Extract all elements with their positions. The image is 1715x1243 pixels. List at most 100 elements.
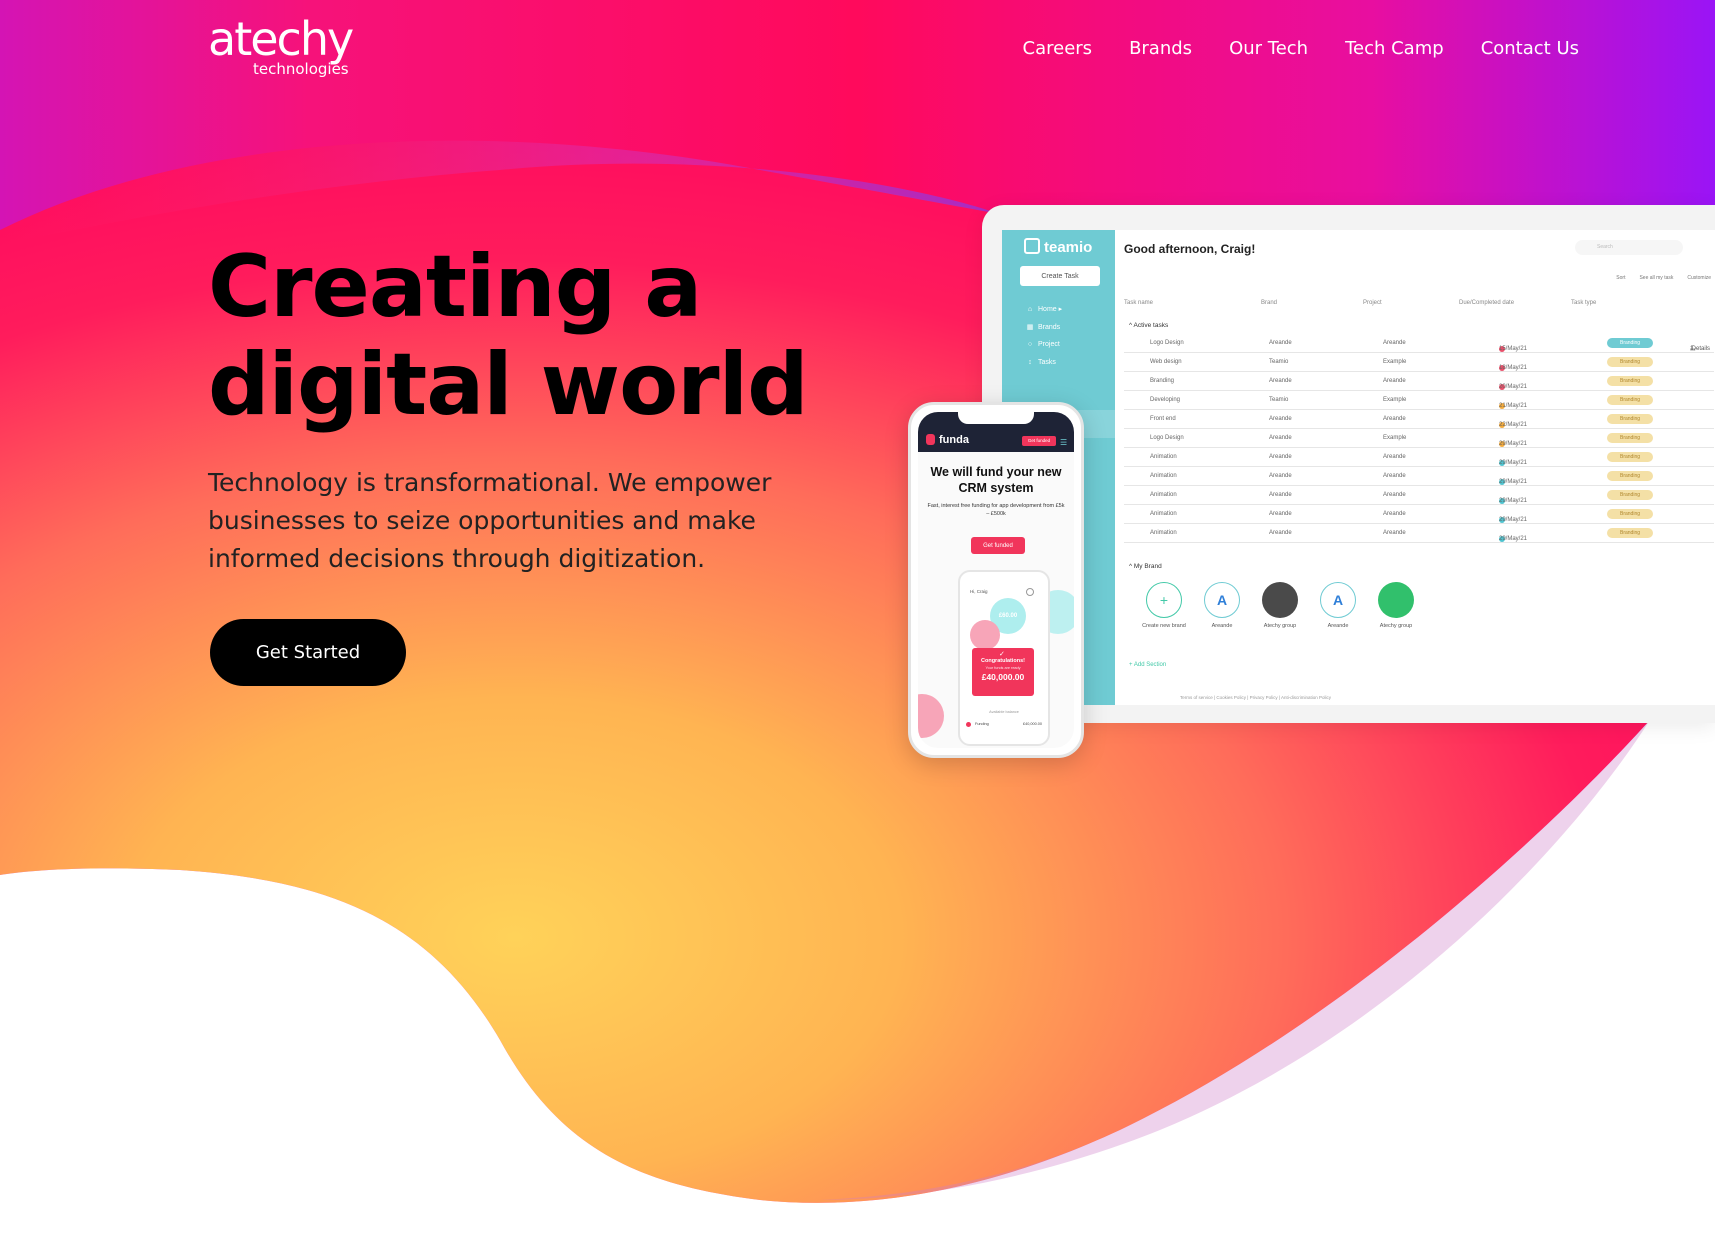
- task-type-badge: Branding: [1607, 490, 1653, 500]
- date-text: 22/May/21: [1499, 422, 1528, 428]
- table-row[interactable]: Developing Teamio Example 21/May/21 Branding: [1124, 391, 1714, 410]
- check-icon: ✓: [999, 651, 1005, 658]
- table-row[interactable]: Logo Design Areande Areande 15/May/21 Brandi…: [1124, 334, 1714, 353]
- mini-pink-circle: [970, 620, 1000, 650]
- nav-careers[interactable]: Careers: [1023, 38, 1093, 59]
- atechy-logo[interactable]: atechy technologies: [208, 12, 363, 80]
- my-brand-label: My Brand: [1133, 563, 1162, 570]
- details-link[interactable]: 1 ▭ Details: [1690, 340, 1710, 353]
- sidebar-item-project[interactable]: ○ Project: [1026, 341, 1060, 348]
- date-text: 29/May/21: [1499, 460, 1528, 466]
- table-row[interactable]: Logo Design Areande Example 29/May/21 Brandi…: [1124, 429, 1714, 448]
- task-type-badge: Branding: [1607, 357, 1653, 367]
- sidebar-item-home[interactable]: ⌂ Home ▸: [1026, 305, 1062, 313]
- add-section-label: Add Section: [1133, 662, 1167, 668]
- customize-button[interactable]: Customize: [1687, 275, 1711, 281]
- grid-icon: ▦: [1026, 324, 1034, 331]
- sidebar-item-label: Brands: [1038, 324, 1061, 331]
- brand-item[interactable]: Atechy group: [1361, 582, 1431, 629]
- nav-our-tech[interactable]: Our Tech: [1229, 38, 1308, 59]
- sort-button[interactable]: Sort: [1616, 275, 1625, 281]
- mini-row-label: Funding: [975, 722, 989, 726]
- brand-cell: Areande: [1269, 530, 1292, 536]
- get-funded-button[interactable]: Get funded: [971, 537, 1025, 554]
- funda-header: funda Get funded ☰: [918, 412, 1074, 452]
- active-tasks-header[interactable]: ^ Active tasks: [1129, 322, 1168, 329]
- congratulations-caption: Your funds are ready: [985, 666, 1021, 670]
- chevron-up-icon: ^: [1129, 322, 1133, 329]
- date-text: 29/May/21: [1499, 536, 1528, 542]
- home-icon: ⌂: [1027, 306, 1033, 313]
- logo-tagline: technologies: [253, 60, 349, 78]
- task-name-cell: Front end: [1150, 416, 1176, 422]
- task-type-badge: Branding: [1607, 528, 1653, 538]
- nav-brands[interactable]: Brands: [1129, 38, 1192, 59]
- brand-list: + Create new brand A Areande Atechy group A Ar…: [1129, 582, 1459, 642]
- nav-contact-us[interactable]: Contact Us: [1481, 38, 1579, 59]
- hero-subtitle: Technology is transformational. We empow…: [208, 468, 772, 573]
- phone-mockup: funda Get funded ☰ We will fund your new…: [908, 402, 1084, 758]
- top-navigation: atechy technologies Careers Brands Our T…: [0, 0, 1715, 100]
- date-text: 20/May/21: [1499, 384, 1528, 390]
- table-row[interactable]: Animation Areande Areande 29/May/21 Branding: [1124, 448, 1714, 467]
- brand-logo-icon: A: [1204, 582, 1240, 618]
- table-row[interactable]: Animation Areande Areande 29/May/21 Branding: [1124, 467, 1714, 486]
- table-row[interactable]: Web design Teamio Example 18/May/21 Branding: [1124, 353, 1714, 372]
- mini-greeting: Hi, Craig: [970, 589, 988, 594]
- logo-wordmark: atechy: [208, 12, 354, 66]
- mini-profile-icon: [1026, 588, 1034, 596]
- get-started-button[interactable]: Get Started: [210, 619, 406, 686]
- task-name-cell: Web design: [1150, 359, 1182, 365]
- project-cell: Areande: [1383, 530, 1406, 536]
- project-cell: Example: [1383, 397, 1407, 403]
- task-name-cell: Animation: [1150, 530, 1177, 536]
- sidebar-item-brands[interactable]: ▦ Brands: [1026, 323, 1061, 331]
- see-all-tasks-button[interactable]: See all my task: [1639, 275, 1673, 281]
- brand-avatar: [1262, 582, 1298, 618]
- funded-amount: £40,000.00: [981, 672, 1025, 682]
- project-cell: Areande: [1383, 416, 1406, 422]
- column-task-type: Task type: [1571, 300, 1597, 306]
- project-cell: Example: [1383, 359, 1407, 365]
- my-brand-header[interactable]: ^ My Brand: [1129, 563, 1162, 570]
- sidebar-item-tasks[interactable]: ↕ Tasks: [1026, 359, 1056, 366]
- header-get-funded-button[interactable]: Get funded: [1022, 436, 1056, 446]
- table-row[interactable]: Front end Areande Areande 22/May/21 Branding: [1124, 410, 1714, 429]
- hero-title: Creating a digital world: [208, 237, 809, 435]
- create-task-button[interactable]: Create Task: [1020, 266, 1100, 286]
- menu-icon[interactable]: ☰: [1060, 438, 1067, 447]
- add-section-link[interactable]: + Add Section: [1129, 662, 1166, 668]
- funda-logo-icon: [926, 434, 935, 445]
- task-type-badge: Branding: [1607, 395, 1653, 405]
- brand-cell: Areande: [1269, 492, 1292, 498]
- brand-avatar: [1378, 582, 1414, 618]
- brand-cell: Areande: [1269, 454, 1292, 460]
- project-cell: Areande: [1383, 473, 1406, 479]
- task-name-cell: Animation: [1150, 454, 1177, 460]
- plus-icon: +: [1129, 662, 1133, 668]
- table-row[interactable]: Animation Areande Areande 29/May/21 Branding: [1124, 486, 1714, 505]
- chevron-up-icon: ^: [1129, 563, 1133, 570]
- date-text: 21/May/21: [1499, 403, 1528, 409]
- task-type-badge: Branding: [1607, 452, 1653, 462]
- phone-subtitle: Fast, interest free funding for app deve…: [927, 503, 1065, 517]
- teamio-main: Good afternoon, Craig! Search Sort See a…: [1115, 230, 1715, 705]
- greeting: Good afternoon, Craig!: [1124, 242, 1256, 256]
- task-name-cell: Animation: [1150, 511, 1177, 517]
- table-row[interactable]: Branding Areande Areande 20/May/21 Branding: [1124, 372, 1714, 391]
- teamio-logo-text: teamio: [1044, 239, 1093, 256]
- project-cell: Areande: [1383, 492, 1406, 498]
- nav-tech-camp[interactable]: Tech Camp: [1345, 38, 1444, 59]
- column-brand: Brand: [1261, 300, 1278, 306]
- nav-links: Careers Brands Our Tech Tech Camp Contac…: [1023, 38, 1579, 59]
- brand-label: Atechy group: [1379, 623, 1413, 629]
- task-type-badge: Branding: [1607, 433, 1653, 443]
- funda-logo: funda: [926, 434, 969, 446]
- footer-links: Terms of service | Cookies Policy | Priv…: [1180, 695, 1332, 700]
- table-row[interactable]: Animation Areande Areande 29/May/21 Branding: [1124, 505, 1714, 524]
- tasks-icon: ↕: [1028, 359, 1032, 366]
- search-input[interactable]: Search: [1575, 240, 1683, 255]
- active-tasks-label: Active tasks: [1133, 322, 1169, 329]
- table-row[interactable]: Animation Areande Areande 29/May/21 Branding: [1124, 524, 1714, 543]
- task-name-cell: Developing: [1150, 397, 1181, 403]
